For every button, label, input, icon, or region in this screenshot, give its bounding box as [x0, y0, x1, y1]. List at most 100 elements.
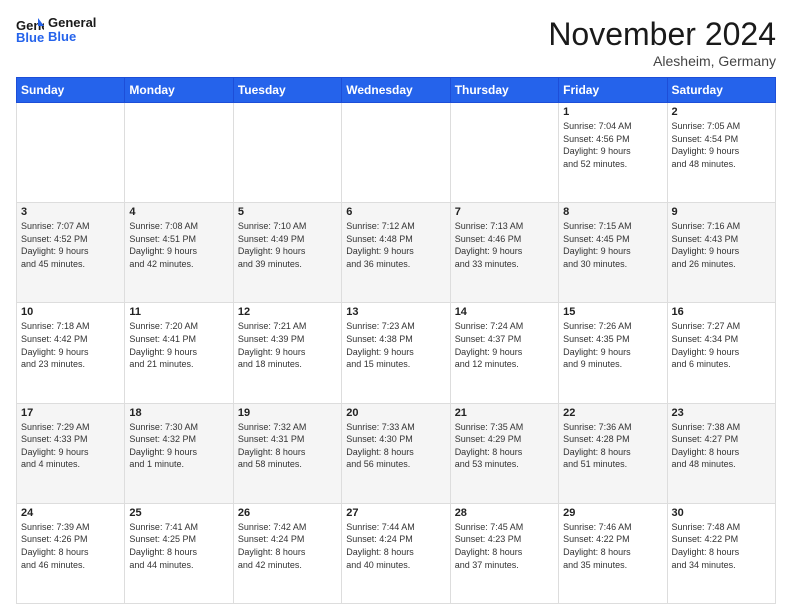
day-info: Sunrise: 7:27 AM Sunset: 4:34 PM Dayligh…	[672, 320, 771, 370]
calendar-day-cell: 23 Sunrise: 7:38 AM Sunset: 4:27 PM Dayli…	[667, 403, 775, 503]
day-number: 9	[672, 206, 771, 218]
calendar-day-cell: 8Sunrise: 7:15 AM Sunset: 4:45 PM Daylig…	[559, 203, 667, 303]
calendar-day-cell: 18 Sunrise: 7:30 AM Sunset: 4:32 PM Dayli…	[125, 403, 233, 503]
calendar-day-cell: 22Sunrise: 7:36 AM Sunset: 4:28 PM Dayli…	[559, 403, 667, 503]
day-number: 22	[563, 407, 662, 419]
calendar-week-row: 24 Sunrise: 7:39 AM Sunset: 4:26 PM Dayli…	[17, 503, 776, 603]
day-info: Sunrise: 7:41 AM Sunset: 4:25 PM Dayligh…	[129, 521, 228, 571]
calendar-header-row: SundayMondayTuesdayWednesdayThursdayFrid…	[17, 78, 776, 103]
calendar-day-cell: 20Sunrise: 7:33 AM Sunset: 4:30 PM Dayli…	[342, 403, 450, 503]
calendar-day-cell	[450, 103, 558, 203]
calendar-day-cell: 11Sunrise: 7:20 AM Sunset: 4:41 PM Dayli…	[125, 303, 233, 403]
header: General Blue General Blue November 2024 …	[16, 16, 776, 69]
calendar-day-cell: 10Sunrise: 7:18 AM Sunset: 4:42 PM Dayli…	[17, 303, 125, 403]
day-number: 13	[346, 306, 445, 318]
day-number: 24	[21, 507, 120, 519]
day-number: 23	[672, 407, 771, 419]
calendar-day-cell: 15 Sunrise: 7:26 AM Sunset: 4:35 PM Dayli…	[559, 303, 667, 403]
calendar-day-cell: 26Sunrise: 7:42 AM Sunset: 4:24 PM Dayli…	[233, 503, 341, 603]
calendar-day-cell: 5 Sunrise: 7:10 AM Sunset: 4:49 PM Daylig…	[233, 203, 341, 303]
page: General Blue General Blue November 2024 …	[0, 0, 792, 612]
calendar-day-cell: 12 Sunrise: 7:21 AM Sunset: 4:39 PM Dayli…	[233, 303, 341, 403]
day-number: 5	[238, 206, 337, 218]
day-number: 2	[672, 106, 771, 118]
day-info: Sunrise: 7:18 AM Sunset: 4:42 PM Dayligh…	[21, 320, 120, 370]
calendar-day-cell: 17Sunrise: 7:29 AM Sunset: 4:33 PM Dayli…	[17, 403, 125, 503]
calendar-day-cell: 2 Sunrise: 7:05 AM Sunset: 4:54 PM Daylig…	[667, 103, 775, 203]
day-info: Sunrise: 7:12 AM Sunset: 4:48 PM Dayligh…	[346, 220, 445, 270]
day-number: 25	[129, 507, 228, 519]
calendar-day-cell: 13 Sunrise: 7:23 AM Sunset: 4:38 PM Dayli…	[342, 303, 450, 403]
title-block: November 2024 Alesheim, Germany	[548, 16, 776, 69]
calendar-day-cell: 1Sunrise: 7:04 AM Sunset: 4:56 PM Daylig…	[559, 103, 667, 203]
day-number: 6	[346, 206, 445, 218]
calendar-day-header: Saturday	[667, 78, 775, 103]
calendar-day-cell: 21 Sunrise: 7:35 AM Sunset: 4:29 PM Dayli…	[450, 403, 558, 503]
calendar-day-cell: 3Sunrise: 7:07 AM Sunset: 4:52 PM Daylig…	[17, 203, 125, 303]
calendar-day-header: Wednesday	[342, 78, 450, 103]
day-info: Sunrise: 7:35 AM Sunset: 4:29 PM Dayligh…	[455, 421, 554, 471]
day-info: Sunrise: 7:38 AM Sunset: 4:27 PM Dayligh…	[672, 421, 771, 471]
day-info: Sunrise: 7:07 AM Sunset: 4:52 PM Dayligh…	[21, 220, 120, 270]
month-title: November 2024	[548, 16, 776, 53]
calendar-week-row: 1Sunrise: 7:04 AM Sunset: 4:56 PM Daylig…	[17, 103, 776, 203]
calendar-day-cell	[125, 103, 233, 203]
day-info: Sunrise: 7:32 AM Sunset: 4:31 PM Dayligh…	[238, 421, 337, 471]
svg-text:Blue: Blue	[16, 30, 44, 44]
day-info: Sunrise: 7:46 AM Sunset: 4:22 PM Dayligh…	[563, 521, 662, 571]
day-number: 18	[129, 407, 228, 419]
day-info: Sunrise: 7:45 AM Sunset: 4:23 PM Dayligh…	[455, 521, 554, 571]
calendar-day-header: Thursday	[450, 78, 558, 103]
calendar-day-cell: 16 Sunrise: 7:27 AM Sunset: 4:34 PM Dayli…	[667, 303, 775, 403]
calendar-day-header: Friday	[559, 78, 667, 103]
day-number: 17	[21, 407, 120, 419]
logo-general: General	[48, 16, 96, 30]
day-info: Sunrise: 7:21 AM Sunset: 4:39 PM Dayligh…	[238, 320, 337, 370]
calendar-day-cell: 24 Sunrise: 7:39 AM Sunset: 4:26 PM Dayli…	[17, 503, 125, 603]
day-info: Sunrise: 7:10 AM Sunset: 4:49 PM Dayligh…	[238, 220, 337, 270]
day-number: 7	[455, 206, 554, 218]
day-number: 21	[455, 407, 554, 419]
calendar-day-cell: 4Sunrise: 7:08 AM Sunset: 4:51 PM Daylig…	[125, 203, 233, 303]
calendar-day-cell: 6 Sunrise: 7:12 AM Sunset: 4:48 PM Daylig…	[342, 203, 450, 303]
calendar-day-cell: 30 Sunrise: 7:48 AM Sunset: 4:22 PM Dayli…	[667, 503, 775, 603]
calendar-day-cell: 27Sunrise: 7:44 AM Sunset: 4:24 PM Dayli…	[342, 503, 450, 603]
calendar-day-cell	[17, 103, 125, 203]
calendar-day-header: Tuesday	[233, 78, 341, 103]
calendar-week-row: 17Sunrise: 7:29 AM Sunset: 4:33 PM Dayli…	[17, 403, 776, 503]
day-number: 4	[129, 206, 228, 218]
day-info: Sunrise: 7:26 AM Sunset: 4:35 PM Dayligh…	[563, 320, 662, 370]
day-info: Sunrise: 7:48 AM Sunset: 4:22 PM Dayligh…	[672, 521, 771, 571]
day-number: 30	[672, 507, 771, 519]
calendar-day-cell: 29 Sunrise: 7:46 AM Sunset: 4:22 PM Dayli…	[559, 503, 667, 603]
day-info: Sunrise: 7:04 AM Sunset: 4:56 PM Dayligh…	[563, 120, 662, 170]
day-number: 15	[563, 306, 662, 318]
calendar-day-header: Monday	[125, 78, 233, 103]
day-info: Sunrise: 7:05 AM Sunset: 4:54 PM Dayligh…	[672, 120, 771, 170]
day-number: 12	[238, 306, 337, 318]
day-number: 16	[672, 306, 771, 318]
day-info: Sunrise: 7:30 AM Sunset: 4:32 PM Dayligh…	[129, 421, 228, 471]
day-info: Sunrise: 7:39 AM Sunset: 4:26 PM Dayligh…	[21, 521, 120, 571]
day-number: 14	[455, 306, 554, 318]
calendar-day-cell: 7 Sunrise: 7:13 AM Sunset: 4:46 PM Daylig…	[450, 203, 558, 303]
day-info: Sunrise: 7:42 AM Sunset: 4:24 PM Dayligh…	[238, 521, 337, 571]
logo: General Blue General Blue	[16, 16, 96, 45]
location: Alesheim, Germany	[548, 53, 776, 69]
day-info: Sunrise: 7:33 AM Sunset: 4:30 PM Dayligh…	[346, 421, 445, 471]
calendar-day-cell: 28Sunrise: 7:45 AM Sunset: 4:23 PM Dayli…	[450, 503, 558, 603]
day-info: Sunrise: 7:24 AM Sunset: 4:37 PM Dayligh…	[455, 320, 554, 370]
day-number: 19	[238, 407, 337, 419]
day-info: Sunrise: 7:23 AM Sunset: 4:38 PM Dayligh…	[346, 320, 445, 370]
day-number: 8	[563, 206, 662, 218]
day-number: 11	[129, 306, 228, 318]
calendar-day-header: Sunday	[17, 78, 125, 103]
logo-blue: Blue	[48, 30, 96, 44]
calendar-week-row: 3Sunrise: 7:07 AM Sunset: 4:52 PM Daylig…	[17, 203, 776, 303]
day-number: 29	[563, 507, 662, 519]
calendar-day-cell	[342, 103, 450, 203]
calendar-table: SundayMondayTuesdayWednesdayThursdayFrid…	[16, 77, 776, 604]
calendar-day-cell: 25 Sunrise: 7:41 AM Sunset: 4:25 PM Dayli…	[125, 503, 233, 603]
day-info: Sunrise: 7:13 AM Sunset: 4:46 PM Dayligh…	[455, 220, 554, 270]
calendar-week-row: 10Sunrise: 7:18 AM Sunset: 4:42 PM Dayli…	[17, 303, 776, 403]
